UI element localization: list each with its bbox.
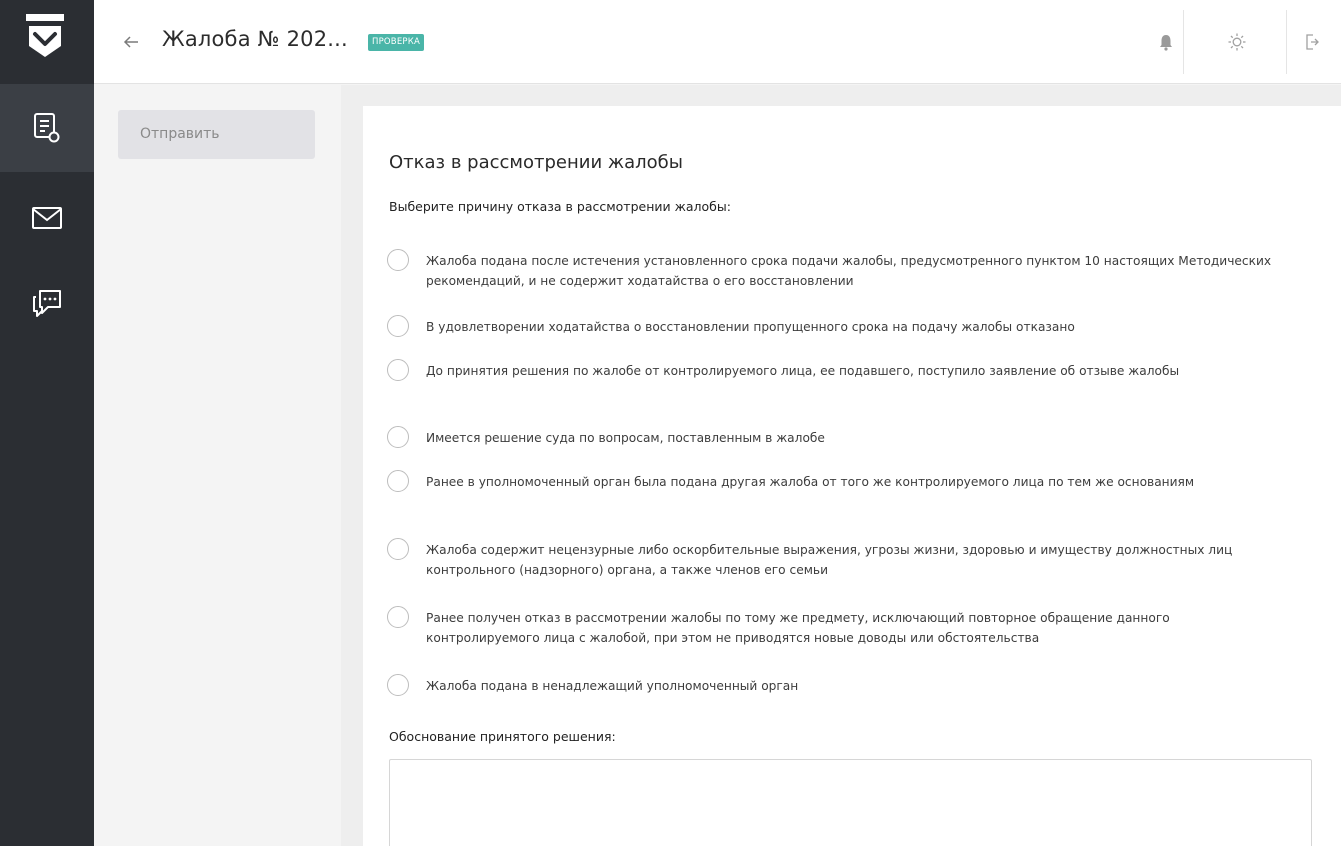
form-subtitle: Выберите причину отказа в рассмотрении ж… [389,199,731,214]
reason-option-label: Имеется решение суда по вопросам, постав… [426,431,825,445]
radio-button[interactable] [387,538,409,560]
radio-button[interactable] [387,249,409,271]
reason-option-label: Ранее получен отказ в рассмотрении жалоб… [426,611,1170,645]
sidebar-rail [0,0,94,846]
reason-option-label: Жалоба содержит нецензурные либо оскорби… [426,543,1233,577]
logout-icon [1306,34,1319,50]
logout-button[interactable] [1286,0,1338,84]
radio-button[interactable] [387,606,409,628]
reason-option-label: Жалоба подана в ненадлежащий уполномочен… [426,679,799,693]
arrow-left-icon [123,36,138,48]
bell-icon [1160,35,1172,51]
reason-option-label: Ранее в уполномоченный орган была подана… [426,475,1195,489]
form-title: Отказ в рассмотрении жалобы [389,152,683,173]
top-header: Жалоба № 202... ПРОВЕРКА [94,0,1341,84]
radio-button[interactable] [387,359,409,381]
app-logo[interactable] [0,0,94,84]
reason-option-label: В удовлетворении ходатайства о восстанов… [426,320,1075,334]
sun-icon [1228,33,1246,51]
page-title: Жалоба № 202... [162,27,348,51]
reason-option-label: До принятия решения по жалобе от контрол… [426,364,1180,378]
radio-button[interactable] [387,470,409,492]
radio-button[interactable] [387,426,409,448]
sidebar-item-mail[interactable] [0,174,94,262]
back-button[interactable] [118,28,144,56]
sidebar-item-documents[interactable] [0,84,94,172]
document-search-icon [34,113,60,143]
radio-button[interactable] [387,315,409,337]
status-badge: ПРОВЕРКА [368,34,424,51]
header-divider [1183,10,1184,74]
shield-download-icon [26,14,64,57]
chat-icon [33,290,61,317]
theme-toggle-button[interactable] [1211,0,1263,84]
mail-icon [32,207,62,229]
notifications-button[interactable] [1140,0,1192,84]
radio-button[interactable] [387,674,409,696]
reason-option-label: Жалоба подана после истечения установлен… [426,254,1272,288]
justification-field[interactable] [389,759,1312,846]
justification-label: Обоснование принятого решения: [389,729,616,744]
sidebar-item-chat[interactable] [0,258,94,346]
send-button[interactable]: Отправить [118,110,315,159]
